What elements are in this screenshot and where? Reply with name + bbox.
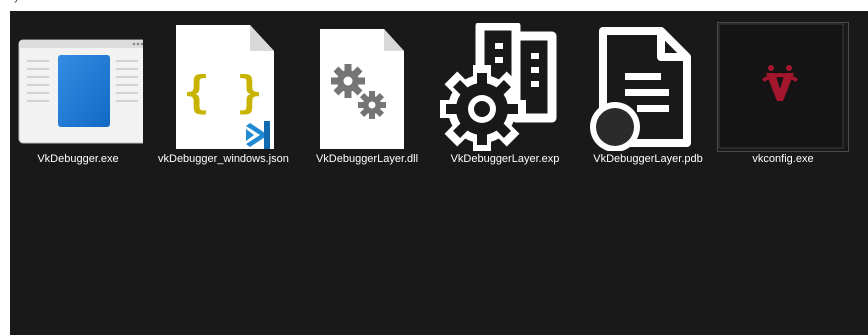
dll-gears-icon [320,29,404,149]
file-name-label: vkDebugger_windows.json [158,153,289,165]
file-name-label: vkconfig.exe [752,153,814,165]
exp-gear-icon [440,23,557,151]
app-window-icon [18,39,143,144]
file-name-label: VkDebuggerLayer.dll [315,153,419,165]
address-strip: y [0,0,868,11]
vulkan-logo-icon [717,22,849,152]
svg-text:{ }: { } [183,67,262,118]
file-name-label: VkDebuggerLayer.exp [450,153,560,165]
file-view[interactable]: VkDebugger.exe { } vkDebugger_windows.js… [10,11,868,335]
address-text: y [14,0,20,3]
pdb-file-icon [590,27,691,151]
file-item-vkdebugger-exe[interactable]: VkDebugger.exe [13,23,143,173]
json-file-icon: { } [176,25,274,149]
file-item-vkconfig[interactable]: vkconfig.exe [717,22,849,173]
file-item-pdb[interactable]: VkDebuggerLayer.pdb [583,23,713,173]
file-name-label: VkDebugger.exe [37,153,119,165]
file-item-exp[interactable]: VkDebuggerLayer.exp [440,23,570,173]
file-item-dll[interactable]: VkDebuggerLayer.dll [302,23,432,173]
file-item-json[interactable]: { } vkDebugger_windows.json [158,23,289,173]
file-name-label: VkDebuggerLayer.pdb [593,153,703,165]
